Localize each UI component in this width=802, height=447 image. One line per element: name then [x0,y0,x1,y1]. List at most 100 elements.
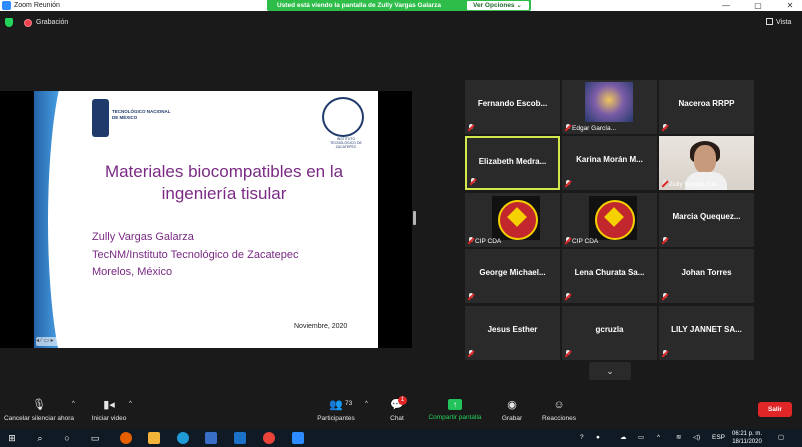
file-explorer-icon[interactable] [148,432,160,444]
muted-mic-icon [565,180,571,187]
zoom-taskbar-icon[interactable] [292,432,304,444]
maximize-button[interactable]: ▢ [744,0,772,11]
record-icon: ◉ [507,399,517,411]
participant-avatar [585,82,633,122]
participant-tile[interactable]: Zully Vargas Gal... [659,136,754,190]
start-video-label: Iniciar video [91,415,127,422]
muted-mic-icon [468,293,474,300]
language-indicator[interactable]: ESP [712,429,725,447]
muted-mic-icon [468,350,474,357]
presentation-slide: TECNOLÓGICO NACIONAL DE MÉXICO INSTITUTO… [34,91,378,348]
chat-label: Chat [390,415,404,422]
participant-tile[interactable]: Jesus Esther [465,306,560,360]
meeting-control-bar: 🎙 Cancelar silenciar ahora ^ ▮◂ Iniciar … [0,393,802,427]
firefox-icon[interactable] [120,432,132,444]
muted-mic-icon [662,237,668,244]
participant-tile[interactable]: CIP CDA [465,193,560,247]
participant-tile[interactable]: Karina Morán M... [562,136,657,190]
participant-tile[interactable]: Elizabeth Medra... [465,136,560,190]
participants-button[interactable]: 👥 Participantes [310,393,362,427]
muted-mic-icon [565,124,571,131]
onedrive-icon[interactable]: ☁ [620,429,627,447]
clock-time: 06:21 p. m. [732,431,763,437]
user-icon[interactable]: ● [596,429,600,447]
participant-tile[interactable]: Edgar García... [562,80,657,134]
slide-date: Noviembre, 2020 [294,323,348,330]
security-shield-icon[interactable] [5,18,13,27]
audio-options-caret[interactable]: ^ [72,401,75,407]
participant-name: Jesus Esther [487,325,538,334]
participant-tile[interactable]: George Michael... [465,249,560,303]
view-button[interactable]: Vista [766,17,791,29]
muted-mic-icon [468,124,474,131]
help-icon[interactable]: ? [580,429,584,447]
view-options-button[interactable]: Ver Opciones ⌄ [467,1,529,10]
participant-name: Marcia Quequez... [672,212,741,221]
muted-mic-icon [662,350,668,357]
participant-label: CIP CDA [475,238,502,245]
mail-icon[interactable] [234,432,246,444]
task-view-icon[interactable]: ▭ [89,432,101,444]
muted-mic-icon [470,178,476,185]
zoom-meeting-window: Zoom Reunión — ▢ ✕ Usted está viendo la … [0,0,802,447]
share-screen-button[interactable]: ↑ Compartir pantalla [422,393,488,427]
record-button[interactable]: ◉ Grabar [496,393,528,427]
notifications-icon[interactable]: ▢ [778,429,784,447]
reactions-button[interactable]: ☺ Reacciones [538,393,580,427]
video-options-caret[interactable]: ^ [129,401,132,407]
battery-icon[interactable]: ▭ [638,429,644,447]
store-icon[interactable] [205,432,217,444]
muted-mic-icon [662,124,668,131]
taskbar-clock[interactable]: 06:21 p. m. 18/11/2020 [732,430,762,446]
tecnm-logo-text: TECNOLÓGICO NACIONAL DE MÉXICO [112,109,171,120]
participant-name: Johan Torres [681,268,732,277]
participants-count: 73 [345,400,353,407]
leave-meeting-button[interactable]: Salir [758,402,792,417]
wifi-icon[interactable]: ≋ [676,429,681,447]
minimize-button[interactable]: — [712,0,740,11]
muted-mic-icon [468,237,474,244]
slide-nav-toolbar[interactable]: ◂ ⁄ ▭ ▸ [36,337,74,346]
microphone-muted-icon: 🎙 [32,399,46,411]
participant-tile[interactable]: Lena Churata Sa... [562,249,657,303]
shared-screen[interactable]: TECNOLÓGICO NACIONAL DE MÉXICO INSTITUTO… [0,91,412,348]
windows-taskbar: ⊞ ⌕ ○ ▭ ? ● ☁ ▭ ^ ≋ ◁) ESP 06:21 p. m. 1… [0,429,802,447]
reactions-label: Reacciones [542,415,576,422]
author-institution: TecNM/Instituto Tecnológico de Zacatepec [92,248,299,261]
grid-view-icon [766,18,773,25]
participant-name: George Michael... [479,268,546,277]
split-resize-handle[interactable] [413,211,416,225]
start-video-button[interactable]: ▮◂ Iniciar video [84,393,134,427]
close-button[interactable]: ✕ [776,0,802,11]
edge-icon[interactable] [177,432,189,444]
volume-icon[interactable]: ◁) [693,429,700,447]
participant-name: Karina Morán M... [576,155,643,164]
participant-tile[interactable]: LILY JANNET SA... [659,306,754,360]
share-screen-icon: ↑ [448,399,462,410]
muted-mic-icon [662,180,668,187]
zoom-logo-icon [2,1,11,10]
participant-tile[interactable]: gcruzla [562,306,657,360]
participant-tile[interactable]: Naceroa RRPP [659,80,754,134]
participants-options-caret[interactable]: ^ [365,401,368,407]
participant-tile[interactable]: CIP CDA [562,193,657,247]
participant-name: Elizabeth Medra... [478,157,547,166]
recording-icon [24,19,32,27]
search-icon[interactable]: ⌕ [34,432,46,444]
author-name: Zully Vargas Galarza [92,231,194,243]
chrome-icon[interactable] [263,432,275,444]
participant-name: Lena Churata Sa... [574,268,645,277]
cortana-icon[interactable]: ○ [61,432,73,444]
slide-title: Materiales biocompatibles en la ingenier… [104,162,344,203]
gallery-next-page-button[interactable]: ⌄ [589,362,631,380]
recording-label: Grabación [36,19,69,26]
tray-chevron-icon[interactable]: ^ [657,429,660,447]
share-screen-label: Compartir pantalla [428,414,482,421]
windows-start-icon[interactable]: ⊞ [6,432,18,444]
participant-tile[interactable]: Fernando Escob... [465,80,560,134]
window-title: Zoom Reunión [14,2,60,9]
participant-tile[interactable]: Johan Torres [659,249,754,303]
participant-tile[interactable]: Marcia Quequez... [659,193,754,247]
unmute-button[interactable]: 🎙 Cancelar silenciar ahora [0,393,78,427]
chat-button[interactable]: 💬 Chat [382,393,412,427]
